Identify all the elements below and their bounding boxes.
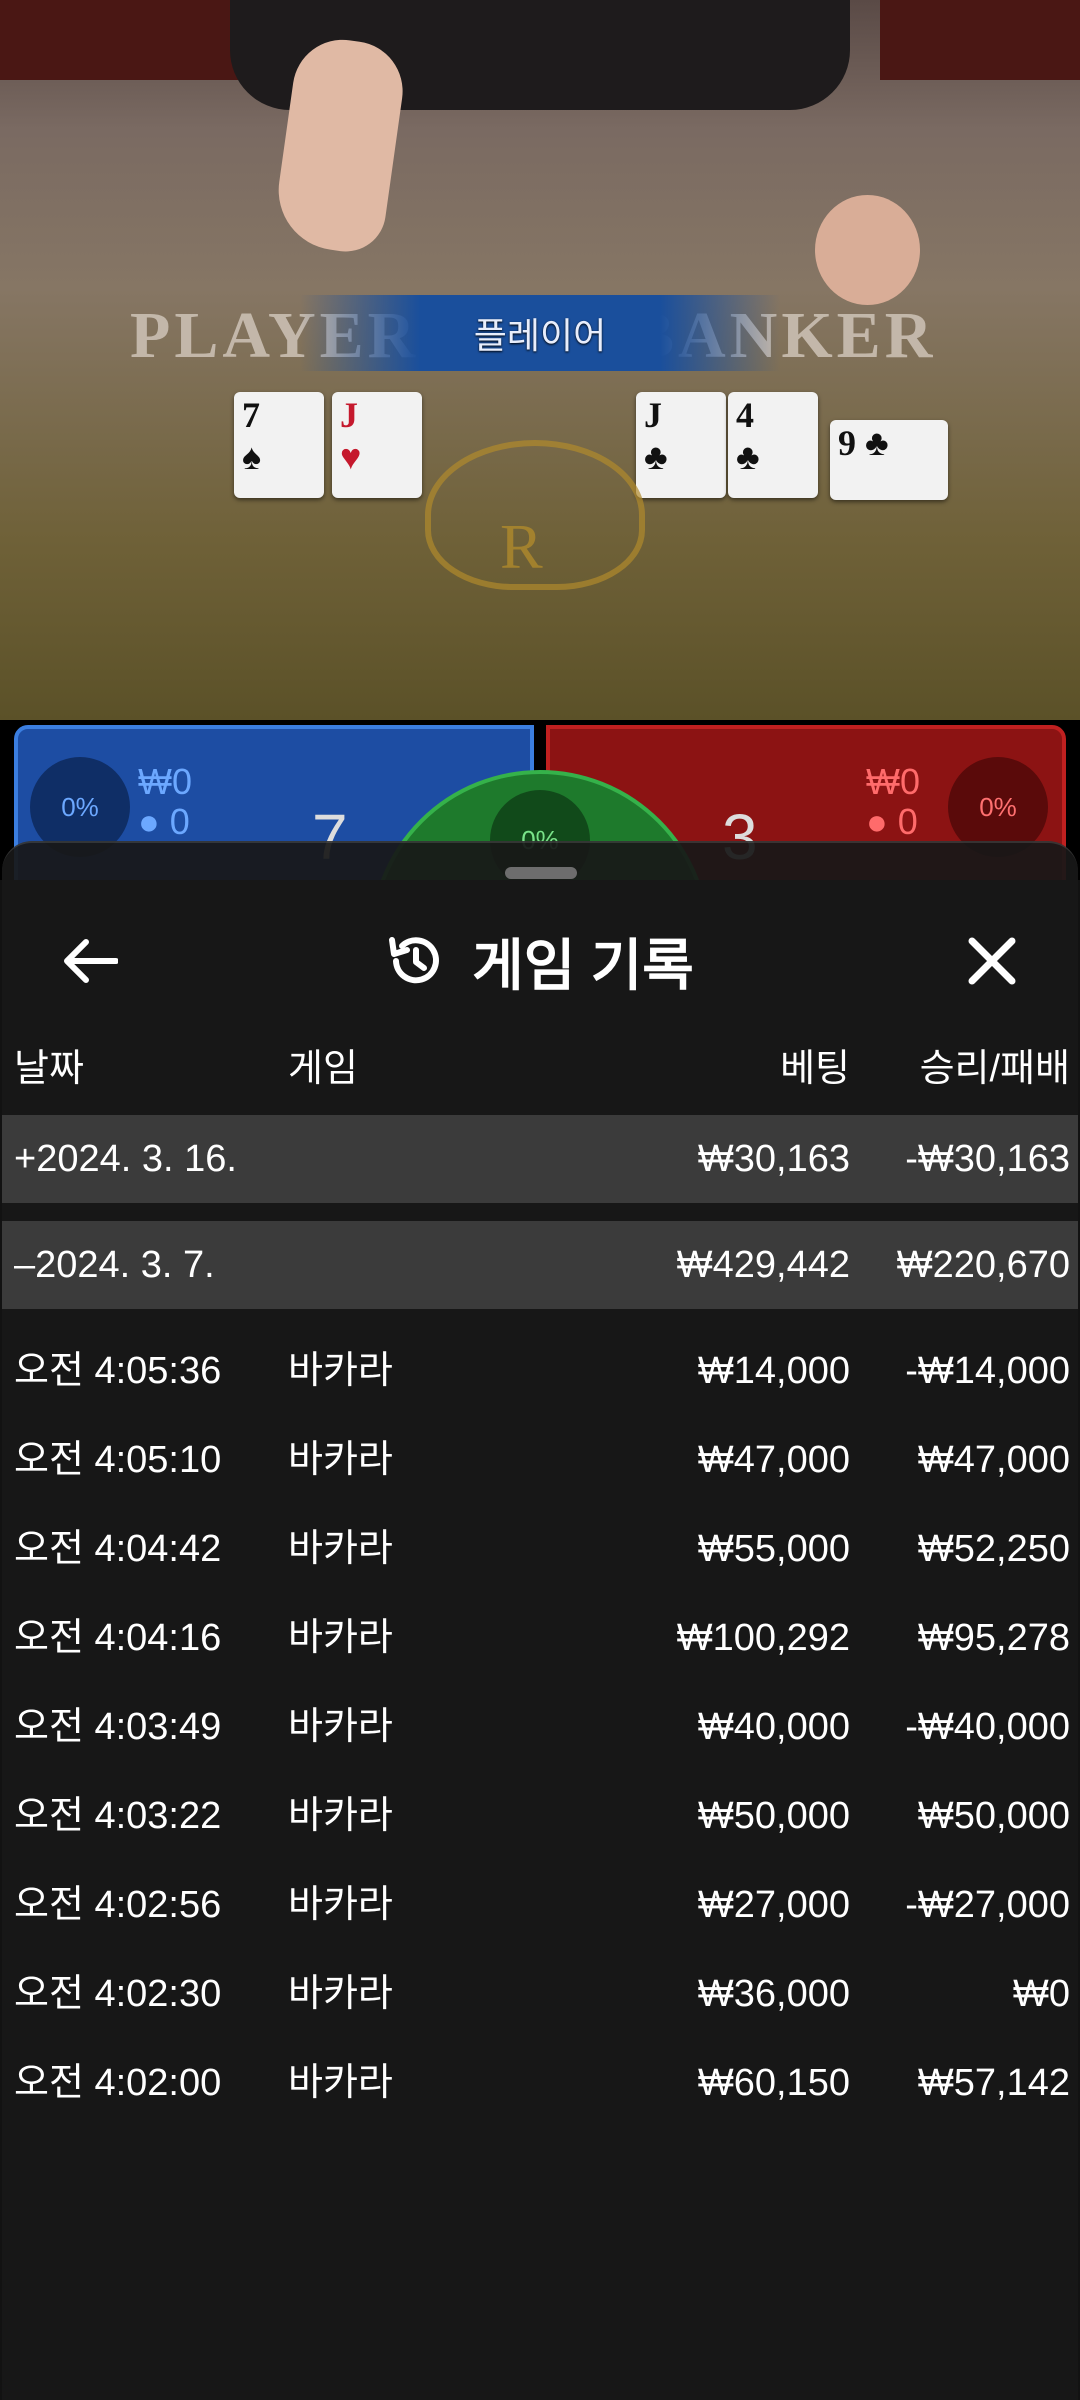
row-bet: ₩60,150 [697, 2062, 850, 2104]
history-row[interactable]: 오전 4:02:00 바카라 ₩60,150 ₩57,142 [2, 2039, 1078, 2128]
row-bet: ₩40,000 [697, 1706, 850, 1748]
row-bet: ₩55,000 [697, 1528, 850, 1570]
row-time: 오전 4:02:30 [14, 1973, 222, 2015]
banker-stake: ₩0 ● 0 [866, 761, 920, 842]
row-win-loss: ₩50,000 [917, 1795, 1070, 1837]
close-icon [968, 937, 1016, 985]
history-row[interactable]: 오전 4:05:10 바카라 ₩47,000 ₩47,000 [2, 1416, 1078, 1505]
row-time: 오전 4:05:36 [14, 1350, 222, 1392]
history-row[interactable]: 오전 4:04:42 바카라 ₩55,000 ₩52,250 [2, 1505, 1078, 1594]
row-bet: ₩47,000 [697, 1439, 850, 1481]
banker-card: J ♣ [636, 392, 726, 498]
chair-right [880, 0, 1080, 80]
row-time: 오전 4:03:22 [14, 1795, 222, 1837]
row-win-loss: ₩52,250 [917, 1528, 1070, 1570]
player-card: 7 ♠ [234, 392, 324, 498]
row-game: 바카라 [288, 1439, 393, 1481]
row-win-loss: -₩30,163 [905, 1138, 1070, 1180]
row-time: 오전 4:05:10 [14, 1439, 222, 1481]
history-row[interactable]: 오전 4:03:49 바카라 ₩40,000 -₩40,000 [2, 1683, 1078, 1772]
row-game: 바카라 [288, 1617, 393, 1659]
row-time: 오전 4:02:56 [14, 1884, 222, 1926]
row-bet: ₩36,000 [697, 1973, 850, 2015]
row-win-loss: ₩95,278 [917, 1617, 1070, 1659]
row-bet: ₩30,163 [697, 1138, 850, 1180]
row-date: –2024. 3. 7. [14, 1244, 215, 1286]
row-bet: ₩429,442 [676, 1244, 850, 1286]
row-win-loss: -₩27,000 [905, 1884, 1070, 1926]
drag-handle[interactable] [505, 867, 577, 879]
history-table-header: 날짜 게임 베팅 승리/패배 [2, 1021, 1078, 1095]
date-group-row[interactable]: –2024. 3. 7. ₩429,442 ₩220,670 [2, 1221, 1078, 1309]
history-table-body: +2024. 3. 16. ₩30,163 -₩30,163 –2024. 3.… [2, 1115, 1078, 2128]
banker-card: 4 ♣ [728, 392, 818, 498]
row-time: 오전 4:03:49 [14, 1706, 222, 1748]
row-game: 바카라 [288, 1973, 393, 2015]
row-time: 오전 4:02:00 [14, 2062, 222, 2104]
row-win-loss: ₩0 [1013, 1973, 1070, 2015]
sheet-header: 게임 기록 [2, 911, 1078, 1011]
history-row[interactable]: 오전 4:05:36 바카라 ₩14,000 -₩14,000 [2, 1327, 1078, 1416]
row-time: 오전 4:04:42 [14, 1528, 222, 1570]
row-win-loss: -₩40,000 [905, 1706, 1070, 1748]
chair-left [0, 0, 250, 80]
column-header-win-loss: 승리/패배 [919, 1048, 1070, 1090]
game-history-sheet: 게임 기록 날짜 게임 베팅 승리/패배 +2024. 3. 16. ₩30,1… [2, 841, 1078, 2400]
row-game: 바카라 [288, 1528, 393, 1570]
row-time: 오전 4:04:16 [14, 1617, 222, 1659]
row-win-loss: ₩220,670 [896, 1244, 1070, 1286]
dealer-hand-right [815, 195, 920, 305]
row-date: +2024. 3. 16. [14, 1138, 237, 1180]
row-game: 바카라 [288, 1884, 393, 1926]
row-game: 바카라 [288, 1795, 393, 1837]
history-row[interactable]: 오전 4:02:30 바카라 ₩36,000 ₩0 [2, 1950, 1078, 2039]
player-card: J ♥ [332, 392, 422, 498]
row-bet: ₩50,000 [697, 1795, 850, 1837]
row-bet: ₩14,000 [697, 1350, 850, 1392]
row-game: 바카라 [288, 1706, 393, 1748]
row-game: 바카라 [288, 2062, 393, 2104]
sheet-title: 게임 기록 [472, 933, 694, 997]
row-bet: ₩100,292 [676, 1617, 850, 1659]
row-bet: ₩27,000 [697, 1884, 850, 1926]
row-win-loss: ₩57,142 [917, 2062, 1070, 2104]
player-stake: ₩0 ● 0 [138, 761, 192, 842]
row-win-loss: -₩14,000 [905, 1350, 1070, 1392]
history-icon [389, 937, 440, 984]
banker-card: 9 ♣ [830, 420, 948, 500]
history-row[interactable]: 오전 4:04:16 바카라 ₩100,292 ₩95,278 [2, 1594, 1078, 1683]
column-header-bet: 베팅 [780, 1048, 850, 1090]
crown-logo-letter: R [500, 511, 543, 582]
row-game: 바카라 [288, 1350, 393, 1392]
history-row[interactable]: 오전 4:03:22 바카라 ₩50,000 ₩50,000 [2, 1772, 1078, 1861]
row-win-loss: ₩47,000 [917, 1439, 1070, 1481]
column-header-date: 날짜 [14, 1048, 84, 1090]
history-row[interactable]: 오전 4:02:56 바카라 ₩27,000 -₩27,000 [2, 1861, 1078, 1950]
column-header-game: 게임 [288, 1048, 358, 1090]
player-win-banner: 플레이어 [300, 295, 780, 371]
close-button[interactable] [942, 911, 1042, 1011]
date-group-row[interactable]: +2024. 3. 16. ₩30,163 -₩30,163 [2, 1115, 1078, 1203]
